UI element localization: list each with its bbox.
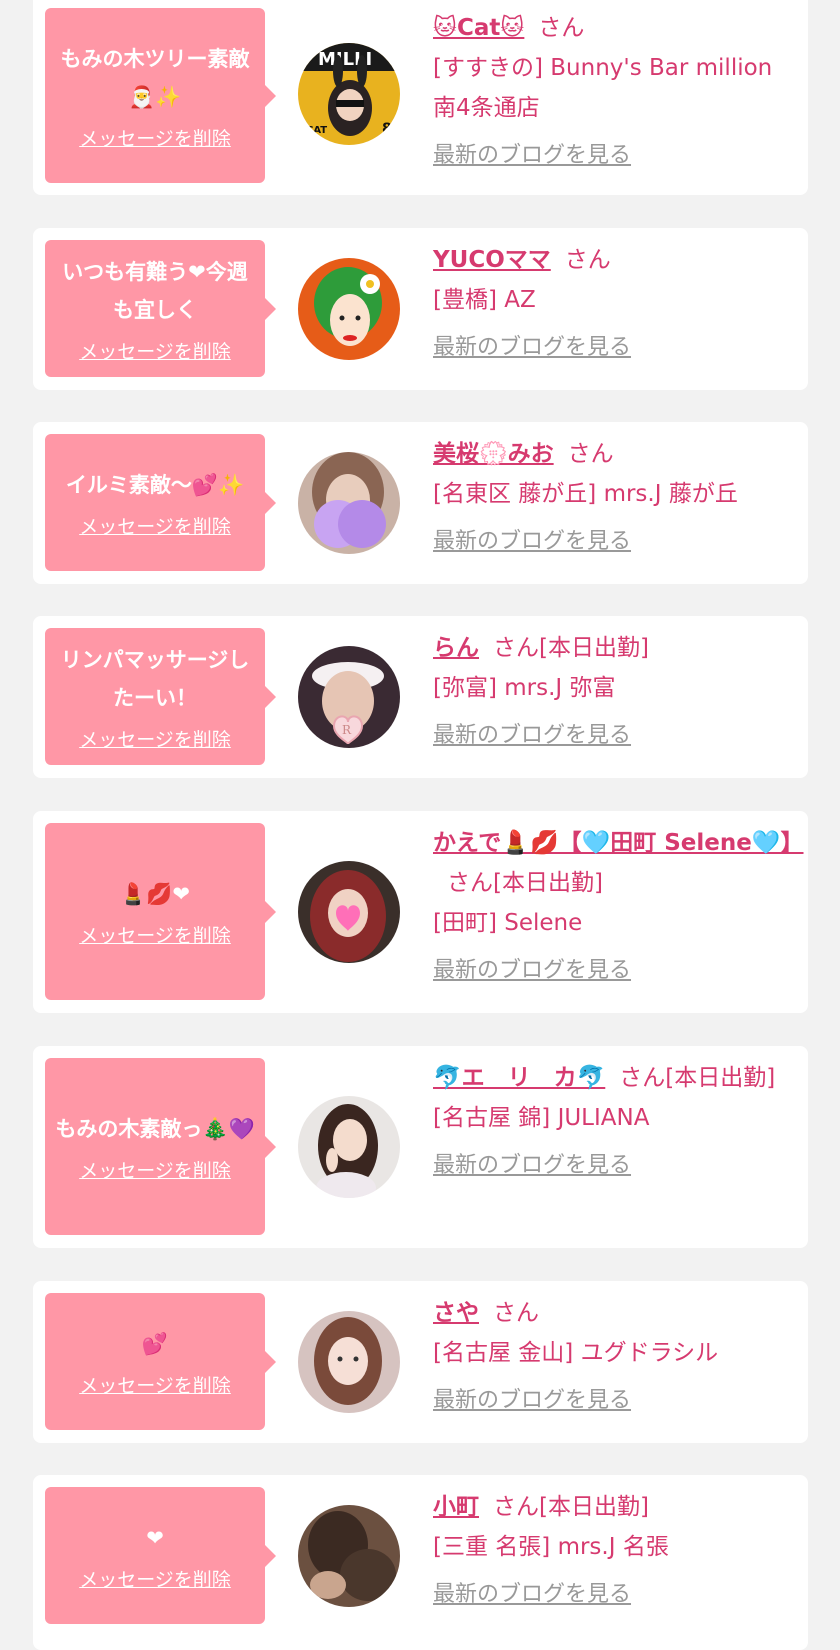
latest-blog-link[interactable]: 最新のブログを見る (433, 951, 631, 991)
message-text: リンパマッサージしたーい！ (60, 648, 250, 710)
honorific: さん[本日出勤] (447, 870, 603, 896)
cast-name-link[interactable]: 小町 (433, 1494, 479, 1520)
avatar[interactable] (298, 1311, 400, 1413)
avatar[interactable]: MILLI CAT 8 (298, 43, 400, 145)
delete-message-link[interactable]: メッセージを削除 (79, 1156, 231, 1183)
delete-message-link[interactable]: メッセージを削除 (79, 921, 231, 948)
honorific: さん (564, 247, 611, 273)
cast-name-link[interactable]: さや (433, 1300, 479, 1326)
avatar-image-icon: MILLI CAT 8 (298, 43, 400, 145)
honorific: さん (493, 1300, 539, 1326)
latest-blog-link[interactable]: 最新のブログを見る (433, 522, 631, 562)
avatar[interactable] (298, 861, 400, 963)
latest-blog-link[interactable]: 最新のブログを見る (433, 716, 631, 756)
message-text: いつも有難う❤今週も宜しく (62, 260, 248, 322)
message-card: 💄💋❤ メッセージを削除 かえで💄💋【🩵田町 Selene🩵】さん[本日出勤] … (33, 811, 808, 1013)
message-bubble: いつも有難う❤今週も宜しく メッセージを削除 (45, 240, 265, 377)
message-text: イルミ素敵〜💕✨ (65, 473, 245, 497)
cast-name-link[interactable]: YUCOママ (433, 247, 551, 273)
cast-info: YUCOママ さん [豊橋] AZ 最新のブログを見る (433, 240, 796, 368)
delete-message-link[interactable]: メッセージを削除 (79, 1371, 231, 1398)
message-bubble: もみの木素敵っ🎄💜 メッセージを削除 (45, 1058, 265, 1235)
message-text: ❤ (146, 1526, 164, 1550)
message-text: もみの木ツリー素敵🎅✨ (60, 47, 250, 109)
avatar-image-icon: R (298, 646, 400, 748)
cast-info: 美桜💮みお さん [名東区 藤が丘] mrs.J 藤が丘 最新のブログを見る (433, 434, 796, 562)
avatar-image-icon (298, 861, 400, 963)
delete-message-link[interactable]: メッセージを削除 (79, 725, 231, 752)
message-bubble: 💄💋❤ メッセージを削除 (45, 823, 265, 1000)
avatar-image-icon (298, 1505, 400, 1607)
cast-info: かえで💄💋【🩵田町 Selene🩵】さん[本日出勤] [田町] Selene 最… (433, 823, 804, 991)
shop-name: [すすきの] Bunny's Bar million 南4条通店 (433, 55, 773, 121)
cast-info: 🐬エ リ カ🐬 さん[本日出勤] [名古屋 錦] JULIANA 最新のブログを見… (433, 1058, 796, 1186)
shop-name: [豊橋] AZ (433, 287, 536, 313)
message-card: イルミ素敵〜💕✨ メッセージを削除 美桜💮みお さん [名東区 藤が丘] mrs.… (33, 422, 808, 584)
message-card: 💕 メッセージを削除 さや さん [名古屋 金山] ユグドラシル 最新のブログを見… (33, 1281, 808, 1443)
message-card: いつも有難う❤今週も宜しく メッセージを削除 YUCOママ さん [豊橋] AZ … (33, 228, 808, 390)
delete-message-link[interactable]: メッセージを削除 (79, 124, 231, 151)
cast-name-link[interactable]: 🐱Cat🐱 (433, 15, 524, 41)
cast-name-link[interactable]: 🐬エ リ カ🐬 (433, 1065, 605, 1091)
cast-info: らん さん[本日出勤] [弥富] mrs.J 弥富 最新のブログを見る (433, 628, 796, 756)
shop-name: [弥富] mrs.J 弥富 (433, 675, 616, 701)
cast-name-link[interactable]: らん (433, 635, 479, 661)
message-card: ❤ メッセージを削除 小町 さん[本日出勤] [三重 名張] mrs.J 名張 最… (33, 1475, 808, 1650)
message-bubble: リンパマッサージしたーい！ メッセージを削除 (45, 628, 265, 765)
delete-message-link[interactable]: メッセージを削除 (79, 1565, 231, 1592)
shop-name: [名古屋 錦] JULIANA (433, 1105, 650, 1131)
honorific: さん[本日出勤] (619, 1065, 776, 1091)
avatar-image-icon (298, 258, 400, 360)
honorific: さん (538, 15, 585, 41)
message-card: もみの木素敵っ🎄💜 メッセージを削除 🐬エ リ カ🐬 さん[本日出勤] [名古屋 … (33, 1046, 808, 1248)
cast-name-link[interactable]: 美桜💮みお (433, 441, 554, 467)
latest-blog-link[interactable]: 最新のブログを見る (433, 328, 631, 368)
svg-text:8: 8 (382, 121, 392, 137)
message-text: もみの木素敵っ🎄💜 (55, 1117, 255, 1141)
shop-name: [三重 名張] mrs.J 名張 (433, 1534, 669, 1560)
message-card: リンパマッサージしたーい！ メッセージを削除 R らん さん[本日出勤] [弥富]… (33, 616, 808, 778)
delete-message-link[interactable]: メッセージを削除 (79, 512, 231, 539)
cast-name-link[interactable]: かえで💄💋【🩵田町 Selene🩵】 (433, 830, 804, 856)
honorific: さん[本日出勤] (493, 635, 649, 661)
avatar[interactable] (298, 1505, 400, 1607)
cast-info: 小町 さん[本日出勤] [三重 名張] mrs.J 名張 最新のブログを見る (433, 1487, 796, 1615)
cast-info: さや さん [名古屋 金山] ユグドラシル 最新のブログを見る (433, 1293, 796, 1421)
cast-info: 🐱Cat🐱 さん [すすきの] Bunny's Bar million 南4条通店… (433, 8, 796, 176)
delete-message-link[interactable]: メッセージを削除 (79, 337, 231, 364)
avatar-image-icon (298, 1311, 400, 1413)
message-bubble: 💕 メッセージを削除 (45, 1293, 265, 1430)
message-bubble: ❤ メッセージを削除 (45, 1487, 265, 1624)
honorific: さん (567, 441, 614, 467)
avatar[interactable] (298, 258, 400, 360)
shop-name: [名古屋 金山] ユグドラシル (433, 1340, 719, 1366)
avatar[interactable] (298, 452, 400, 554)
latest-blog-link[interactable]: 最新のブログを見る (433, 1381, 631, 1421)
latest-blog-link[interactable]: 最新のブログを見る (433, 136, 631, 176)
honorific: さん[本日出勤] (493, 1494, 649, 1520)
shop-name: [名東区 藤が丘] mrs.J 藤が丘 (433, 481, 738, 507)
message-text: 💄💋❤ (120, 882, 190, 906)
message-bubble: もみの木ツリー素敵🎅✨ メッセージを削除 (45, 8, 265, 183)
svg-text:R: R (342, 723, 352, 737)
avatar-image-icon (298, 1096, 400, 1198)
avatar[interactable] (298, 1096, 400, 1198)
svg-text:CAT: CAT (306, 125, 327, 136)
message-bubble: イルミ素敵〜💕✨ メッセージを削除 (45, 434, 265, 571)
latest-blog-link[interactable]: 最新のブログを見る (433, 1575, 631, 1615)
avatar[interactable]: R (298, 646, 400, 748)
message-card: もみの木ツリー素敵🎅✨ メッセージを削除 MILLI CAT 8 🐱Cat🐱 さん… (33, 0, 808, 195)
shop-name: [田町] Selene (433, 910, 583, 936)
latest-blog-link[interactable]: 最新のブログを見る (433, 1146, 631, 1186)
avatar-image-icon (298, 452, 400, 554)
message-text: 💕 (141, 1332, 169, 1356)
